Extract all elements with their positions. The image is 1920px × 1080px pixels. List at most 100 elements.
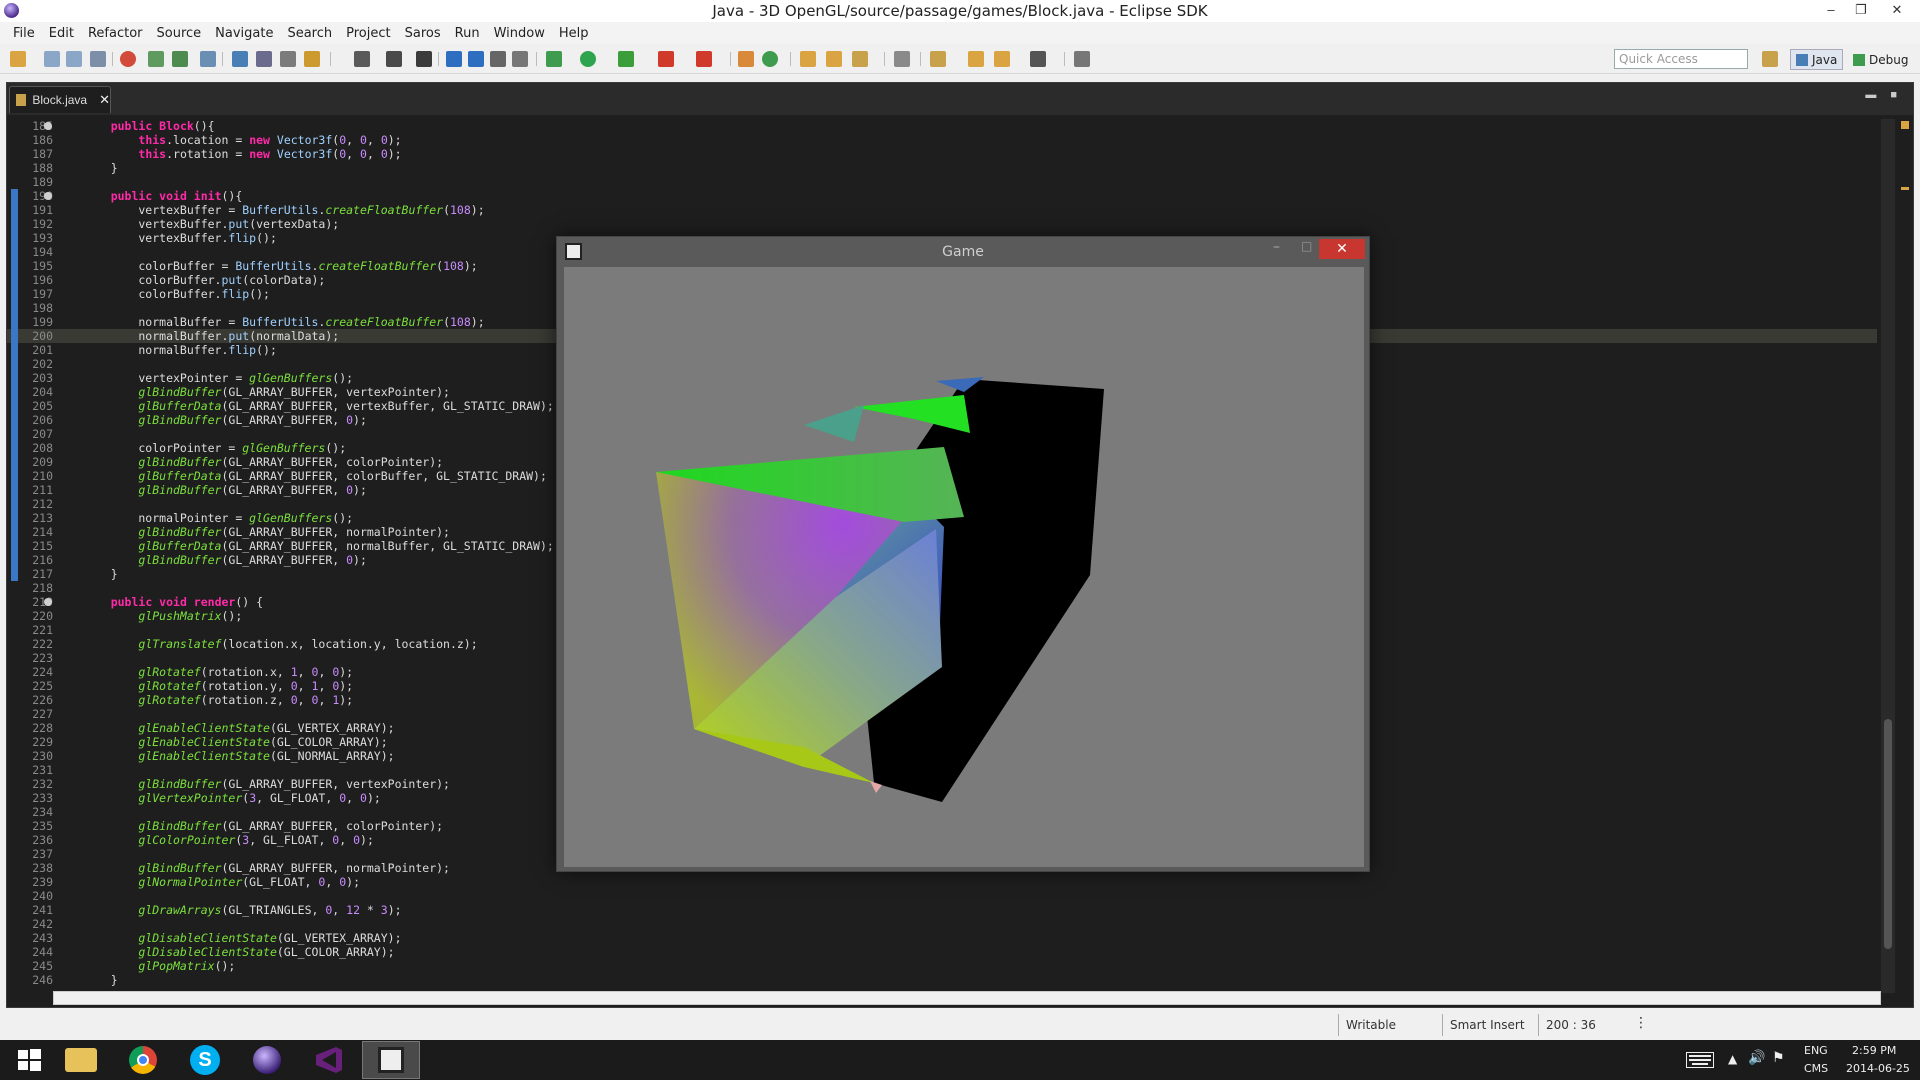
game-title-bar[interactable]: Game – □ ✕ (557, 237, 1369, 267)
suspend-icon[interactable] (468, 51, 484, 67)
menu-file[interactable]: File (6, 26, 42, 41)
menu-refactor[interactable]: Refactor (81, 26, 150, 41)
clock-time[interactable]: 2:59 PM (1852, 1044, 1896, 1057)
annotation-nav-icon[interactable] (930, 51, 946, 67)
code-line[interactable]: 240 (7, 889, 1877, 903)
stop-icon[interactable] (696, 51, 712, 67)
print-icon[interactable] (90, 51, 106, 67)
debug-perspective-button[interactable]: Debug (1848, 49, 1913, 70)
keyboard-icon[interactable] (1686, 1052, 1714, 1068)
start-button[interactable] (0, 1041, 58, 1079)
menu-edit[interactable]: Edit (42, 26, 81, 41)
occurrence-marker[interactable] (1901, 187, 1909, 190)
code-line[interactable]: 187 this.rotation = new Vector3f(0, 0, 0… (7, 147, 1877, 161)
game-minimize-button[interactable]: – (1273, 239, 1280, 255)
menu-navigate[interactable]: Navigate (208, 26, 280, 41)
taskbar-visual-studio[interactable] (300, 1041, 358, 1079)
code-line[interactable]: 242 (7, 917, 1877, 931)
code-line[interactable]: 191 vertexBuffer = BufferUtils.createFlo… (7, 203, 1877, 217)
menu-project[interactable]: Project (339, 26, 397, 41)
fold-toggle-icon[interactable] (44, 122, 52, 130)
game-window[interactable]: Game – □ ✕ (556, 236, 1370, 872)
menu-run[interactable]: Run (448, 26, 487, 41)
refresh-icon[interactable] (386, 51, 402, 67)
menu-search[interactable]: Search (280, 26, 339, 41)
code-line[interactable]: 192 vertexBuffer.put(vertexData); (7, 217, 1877, 231)
menu-saros[interactable]: Saros (398, 26, 448, 41)
disconnect-icon[interactable] (512, 51, 528, 67)
code-line[interactable]: 190 public void init(){ (7, 189, 1877, 203)
terminate-icon[interactable] (490, 51, 506, 67)
build-icon[interactable] (148, 51, 164, 67)
code-line[interactable]: 239 glNormalPointer(GL_FLOAT, 0, 0); (7, 875, 1877, 889)
restore-button[interactable]: ❐ (1846, 0, 1876, 22)
paint-icon[interactable] (852, 51, 868, 67)
code-line[interactable]: 189 (7, 175, 1877, 189)
back-icon[interactable] (994, 51, 1010, 67)
open-task-icon[interactable] (280, 51, 296, 67)
opengl-canvas[interactable] (564, 267, 1364, 867)
resume-icon[interactable] (446, 51, 462, 67)
eclipse-icon[interactable] (4, 3, 19, 18)
saros-icon[interactable] (120, 51, 136, 67)
network-icon[interactable]: ⚑ (1772, 1050, 1785, 1066)
open-folder-icon[interactable] (800, 51, 816, 67)
code-line[interactable]: 246 } (7, 973, 1877, 987)
open-perspective-icon[interactable] (1762, 51, 1778, 67)
code-line[interactable]: 241 glDrawArrays(GL_TRIANGLES, 0, 12 * 3… (7, 903, 1877, 917)
open-project-icon[interactable] (826, 51, 842, 67)
save-icon[interactable] (44, 51, 60, 67)
vertical-scrollbar[interactable] (1881, 119, 1895, 993)
fold-toggle-icon[interactable] (44, 192, 52, 200)
game-close-button[interactable]: ✕ (1319, 239, 1365, 259)
checklist-icon[interactable] (172, 51, 188, 67)
taskbar-file-explorer[interactable] (52, 1041, 110, 1079)
status-insert-mode[interactable]: Smart Insert (1450, 1018, 1525, 1032)
status-more-icon[interactable]: ⋮ (1634, 1015, 1648, 1031)
forward-icon[interactable] (1030, 51, 1046, 67)
menu-window[interactable]: Window (487, 26, 552, 41)
close-button[interactable]: ✕ (1882, 0, 1912, 22)
quick-access-input[interactable]: Quick Access (1614, 49, 1748, 69)
step-over-icon[interactable] (416, 51, 432, 67)
maximize-editor-icon[interactable]: ■ (1890, 89, 1897, 101)
input-method-indicator[interactable]: CMS (1804, 1062, 1828, 1075)
game-maximize-button[interactable]: □ (1301, 239, 1312, 253)
save-all-icon[interactable] (66, 51, 82, 67)
tray-expand-icon[interactable]: ▲ (1728, 1052, 1737, 1066)
task-icon[interactable] (200, 51, 216, 67)
taskbar-skype[interactable]: S (176, 1041, 234, 1079)
toggle-mark-icon[interactable] (256, 51, 272, 67)
run-icon[interactable] (580, 51, 596, 67)
skip-breakpoints-icon[interactable] (354, 51, 370, 67)
taskbar-eclipse[interactable] (238, 1041, 296, 1079)
code-line[interactable]: 185 public Block(){ (7, 119, 1877, 133)
horizontal-scrollbar[interactable] (53, 991, 1881, 1005)
code-line[interactable]: 244 glDisableClientState(GL_COLOR_ARRAY)… (7, 945, 1877, 959)
tab-block-java[interactable]: Block.java ✕ (9, 86, 111, 113)
next-annotation-icon[interactable] (304, 51, 320, 67)
minimize-button[interactable]: – (1816, 0, 1846, 22)
minimize-editor-icon[interactable]: ▬ (1865, 89, 1876, 101)
taskbar-java-game[interactable] (362, 1041, 420, 1079)
code-line[interactable]: 186 this.location = new Vector3f(0, 0, 0… (7, 133, 1877, 147)
overview-ruler[interactable] (1899, 119, 1911, 993)
fold-toggle-icon[interactable] (44, 598, 52, 606)
new-class-icon[interactable] (762, 51, 778, 67)
prev-edit-icon[interactable] (968, 51, 984, 67)
menu-source[interactable]: Source (150, 26, 209, 41)
code-line[interactable]: 188 } (7, 161, 1877, 175)
new-package-icon[interactable] (738, 51, 754, 67)
new-icon[interactable] (10, 51, 26, 67)
open-type-icon[interactable] (232, 51, 248, 67)
run-coverage-icon[interactable] (618, 51, 634, 67)
menu-help[interactable]: Help (552, 26, 596, 41)
code-line[interactable]: 245 glPopMatrix(); (7, 959, 1877, 973)
warning-marker[interactable] (1901, 121, 1909, 129)
pin-icon[interactable] (1074, 51, 1090, 67)
volume-icon[interactable]: 🔊 (1748, 1050, 1765, 1066)
scroll-thumb[interactable] (1884, 719, 1892, 949)
search-icon[interactable] (894, 51, 910, 67)
taskbar-chrome[interactable] (114, 1041, 172, 1079)
clock-date[interactable]: 2014-06-25 (1846, 1062, 1910, 1075)
